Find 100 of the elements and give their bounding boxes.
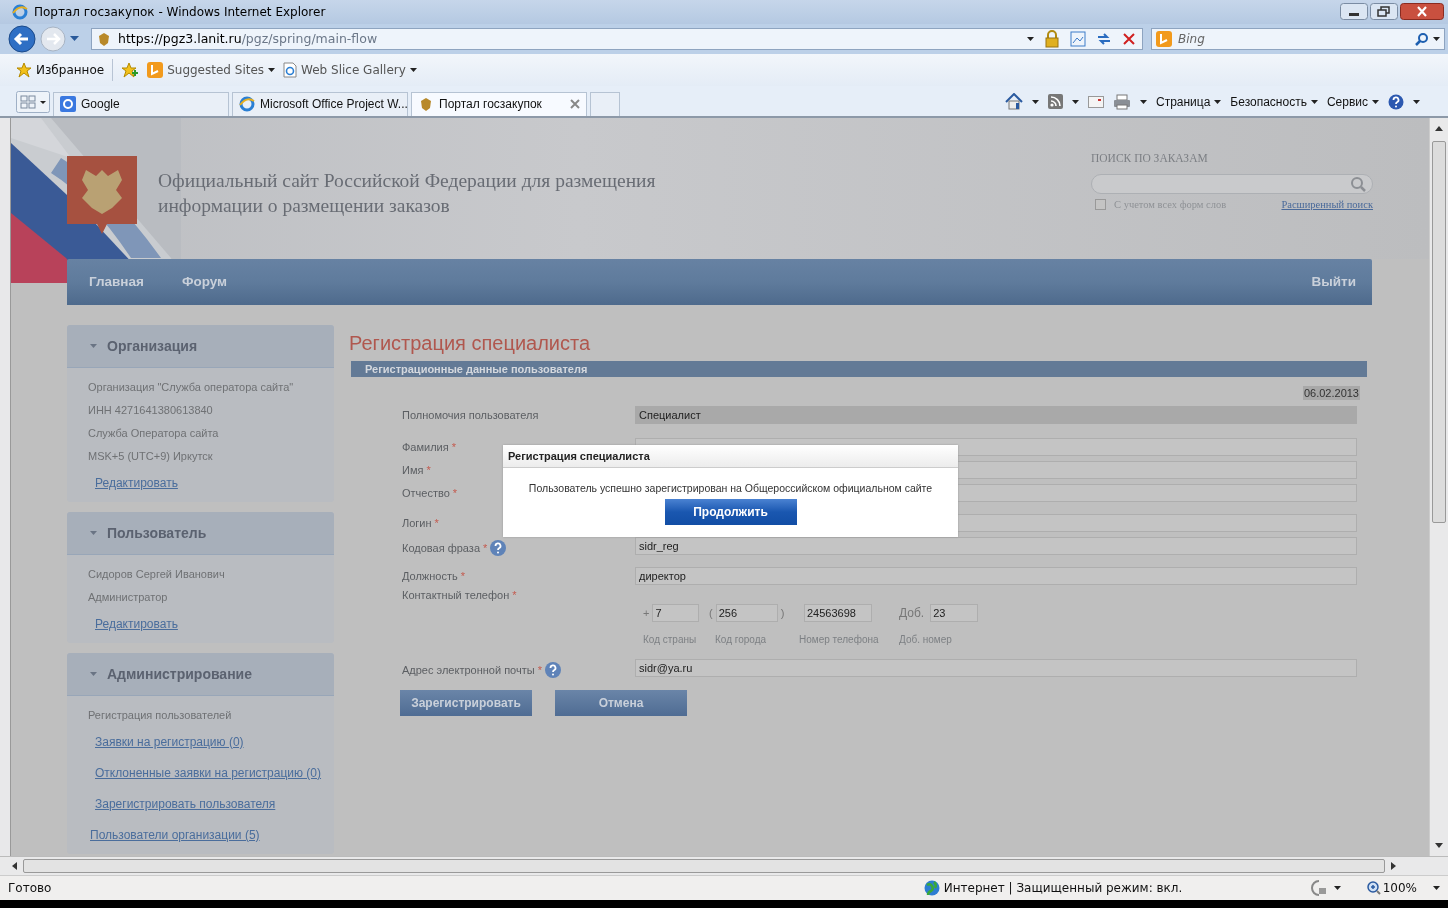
input-field[interactable]: sidr_reg: [635, 536, 1357, 555]
caret-icon[interactable]: [409, 67, 417, 72]
minimize-button[interactable]: [1340, 3, 1368, 21]
menu-button[interactable]: Страница: [1155, 94, 1222, 109]
browser-tab[interactable]: Google: [53, 91, 229, 116]
phone-suffix: ): [780, 606, 785, 619]
search-label: ПОИСК ПО ЗАКАЗАМ: [1091, 151, 1209, 164]
field-label: Контактный телефон: [402, 588, 510, 601]
caret-icon[interactable]: [1333, 886, 1341, 891]
phone-prefix: (: [709, 606, 713, 619]
add-favorites-icon[interactable]: [121, 61, 140, 78]
input-field[interactable]: директор: [635, 566, 1357, 585]
input-field[interactable]: Специалист: [635, 405, 1357, 424]
caret-icon[interactable]: [1139, 99, 1147, 104]
sidebar-text: Организация "Служба оператора сайта": [88, 379, 295, 395]
search-icon[interactable]: [1415, 31, 1429, 46]
menu-button[interactable]: Безопасность: [1230, 94, 1318, 109]
zoom-button[interactable]: 100%: [1366, 881, 1417, 896]
input-field[interactable]: 256: [715, 603, 778, 622]
caret-icon[interactable]: [1214, 99, 1222, 104]
search-field[interactable]: Bing: [1176, 30, 1411, 47]
star-icon: [16, 61, 32, 78]
caret-icon: [90, 530, 97, 535]
required-mark: *: [460, 569, 465, 582]
favorites-link[interactable]: Suggested Sites: [147, 61, 276, 78]
compatibility-icon[interactable]: [1070, 30, 1086, 47]
address-field[interactable]: https://pgz3.lanit.ru/pgz/spring/main-flow: [91, 27, 1143, 50]
help-icon[interactable]: [490, 539, 507, 556]
scroll-thumb[interactable]: [23, 859, 1385, 874]
field-label: Фамилия: [402, 440, 449, 453]
home-icon[interactable]: [1004, 93, 1023, 111]
close-icon[interactable]: [570, 99, 580, 110]
window-title: Портал госзакупок - Windows Internet Explorer: [34, 4, 326, 19]
caret-icon[interactable]: [1433, 886, 1440, 891]
lock-icon[interactable]: [1044, 29, 1060, 48]
caret-icon[interactable]: [1310, 99, 1318, 104]
scroll-right-icon: [1391, 862, 1396, 871]
help-icon[interactable]: [544, 661, 561, 678]
sidebar-text: Сидоров Сергей Иванович: [88, 566, 226, 582]
emblem-icon: [67, 155, 137, 234]
caret-icon[interactable]: [1027, 36, 1034, 41]
emblem-icon: [96, 30, 112, 47]
field-caption: Код страны: [643, 633, 698, 645]
sidebar-text: MSK+5 (UTC+9) Иркутск: [88, 448, 214, 464]
field-label: Имя: [402, 463, 424, 476]
help-icon[interactable]: [1388, 93, 1404, 110]
menu-button[interactable]: Сервис: [1326, 94, 1379, 109]
page-icon: [283, 61, 298, 78]
favorites-button[interactable]: Избранное: [16, 61, 105, 78]
printer-icon[interactable]: [1112, 93, 1131, 110]
continue-button[interactable]: Продолжить: [664, 498, 797, 525]
search-box[interactable]: Bing: [1151, 27, 1445, 50]
mail-icon[interactable]: [1087, 95, 1104, 108]
feed-icon[interactable]: [1047, 94, 1063, 110]
field-caption: Номер телефона: [799, 633, 880, 645]
input-field[interactable]: 7: [652, 603, 700, 622]
stop-icon[interactable]: [1122, 31, 1136, 46]
input-field[interactable]: 23: [930, 603, 979, 622]
horizontal-scrollbar[interactable]: [0, 856, 1448, 876]
caret-icon[interactable]: [268, 67, 276, 72]
caret-icon[interactable]: [1433, 36, 1440, 41]
scroll-up-icon: [1435, 125, 1443, 131]
security-icon[interactable]: [1309, 880, 1328, 897]
checkbox[interactable]: [1095, 198, 1106, 210]
page-heading: Регистрация специалиста: [349, 331, 592, 355]
input-field[interactable]: sidr@ya.ru: [635, 658, 1357, 677]
sidebar-text: Служба Оператора сайта: [88, 425, 220, 441]
required-mark: *: [512, 588, 517, 601]
caret-icon[interactable]: [1071, 99, 1079, 104]
caret-icon: [90, 671, 97, 676]
browser-icon: [12, 3, 28, 20]
section-header: Регистрационные данные пользователя: [351, 360, 1367, 377]
required-mark: *: [434, 516, 439, 529]
vertical-scrollbar[interactable]: [1429, 117, 1448, 857]
bing-icon: [147, 61, 164, 78]
dialog-message: Пользователь успешно зарегистрирован на Общероссийском официальном сайте: [528, 481, 933, 494]
scroll-left-icon: [12, 862, 17, 871]
browser-tab[interactable]: Microsoft Office Project W...: [232, 91, 408, 116]
favorites-link[interactable]: Web Slice Gallery: [283, 61, 417, 78]
caret-icon[interactable]: [1372, 99, 1379, 104]
field-label: Отчество: [402, 486, 450, 499]
browser-tab[interactable]: Портал госзакупок: [411, 91, 587, 116]
site-title: Официальный сайт Российской Федерации для размещения информации о размещении заказов: [158, 168, 657, 218]
status-text: Готово: [8, 881, 53, 896]
refresh-icon[interactable]: [1096, 30, 1112, 47]
caret-icon[interactable]: [1413, 99, 1420, 104]
scroll-thumb[interactable]: [1432, 140, 1446, 523]
close-button[interactable]: [1400, 3, 1444, 21]
caret-icon[interactable]: [1031, 99, 1039, 104]
restore-button[interactable]: [1370, 3, 1398, 21]
input-field[interactable]: 24563698: [804, 603, 872, 622]
sidebar-text: Регистрация пользователей: [88, 707, 233, 723]
back-button[interactable]: [8, 24, 36, 53]
date-label: 06.02.2013: [1302, 385, 1360, 400]
required-mark: *: [483, 541, 488, 554]
phone-prefix: +: [643, 606, 650, 619]
field-caption: Доб. номер: [899, 633, 953, 645]
required-mark: *: [537, 663, 542, 676]
search-field[interactable]: [1091, 173, 1373, 194]
sidebar-text: Администратор: [88, 589, 169, 605]
